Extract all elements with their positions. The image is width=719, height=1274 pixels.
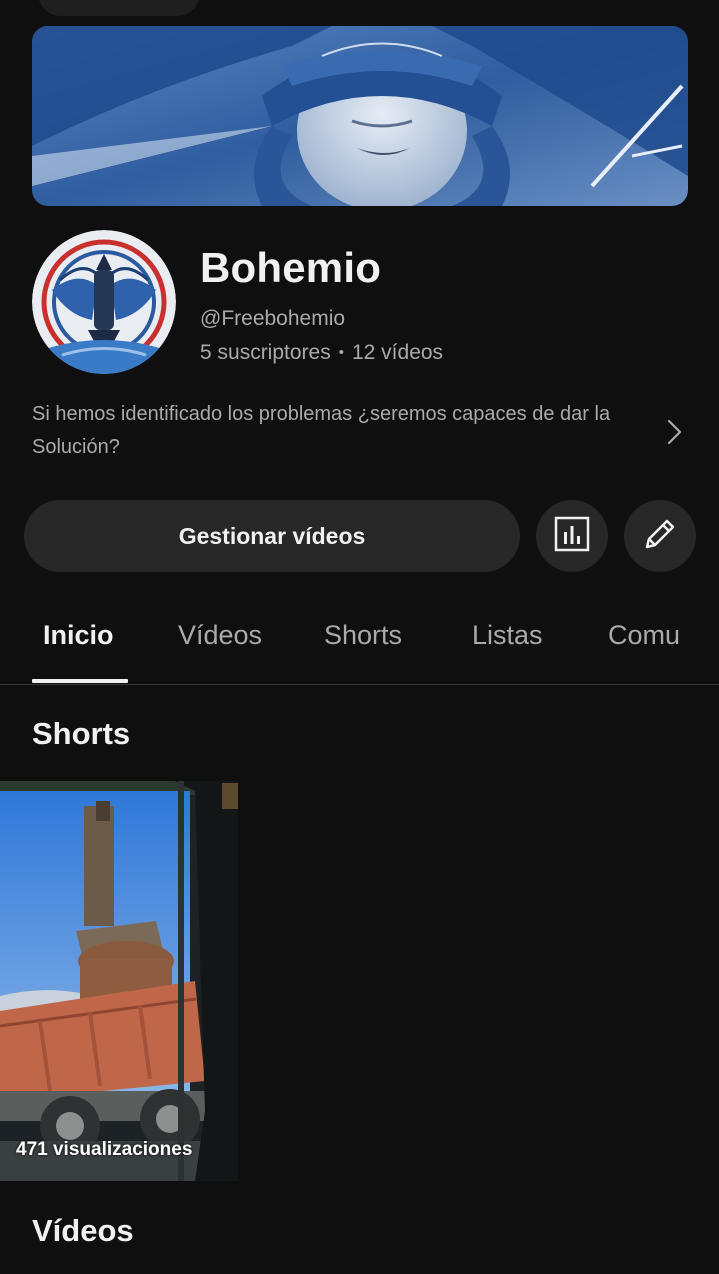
- active-tab-indicator: [32, 679, 128, 683]
- shorts-section-title: Shorts: [32, 716, 131, 751]
- channel-name: Bohemio: [200, 244, 382, 291]
- channel-tabs: Inicio Vídeos Shorts Listas Comu: [0, 598, 719, 685]
- short-thumbnail[interactable]: [0, 781, 238, 1181]
- videos-section-title: Vídeos: [32, 1213, 134, 1248]
- channel-description-row[interactable]: Si hemos identificado los problemas ¿ser…: [32, 398, 692, 466]
- video-count: 12 vídeos: [351, 341, 444, 364]
- channel-handle: @Freebohemio: [200, 307, 346, 330]
- analytics-icon: [553, 515, 591, 558]
- channel-stats: 5 suscriptores • 12 vídeos: [200, 341, 443, 365]
- tab-listas[interactable]: Listas: [472, 620, 543, 651]
- tab-videos[interactable]: Vídeos: [178, 620, 262, 651]
- manage-videos-button[interactable]: Gestionar vídeos: [24, 500, 520, 572]
- tab-inicio[interactable]: Inicio: [43, 620, 114, 651]
- channel-avatar[interactable]: [32, 230, 176, 374]
- short-view-count: 471 visualizaciones: [16, 1139, 193, 1160]
- channel-description: Si hemos identificado los problemas ¿ser…: [32, 403, 611, 458]
- pencil-icon: [640, 514, 680, 559]
- stats-separator: •: [338, 344, 344, 361]
- top-pill: [38, 0, 200, 16]
- analytics-button[interactable]: [536, 500, 608, 572]
- chevron-right-icon: [656, 414, 692, 450]
- tab-comunidad[interactable]: Comu: [608, 620, 680, 651]
- subscriber-count: 5 suscriptores: [200, 341, 331, 364]
- channel-banner: [32, 26, 688, 206]
- edit-channel-button[interactable]: [624, 500, 696, 572]
- tab-shorts[interactable]: Shorts: [324, 620, 402, 651]
